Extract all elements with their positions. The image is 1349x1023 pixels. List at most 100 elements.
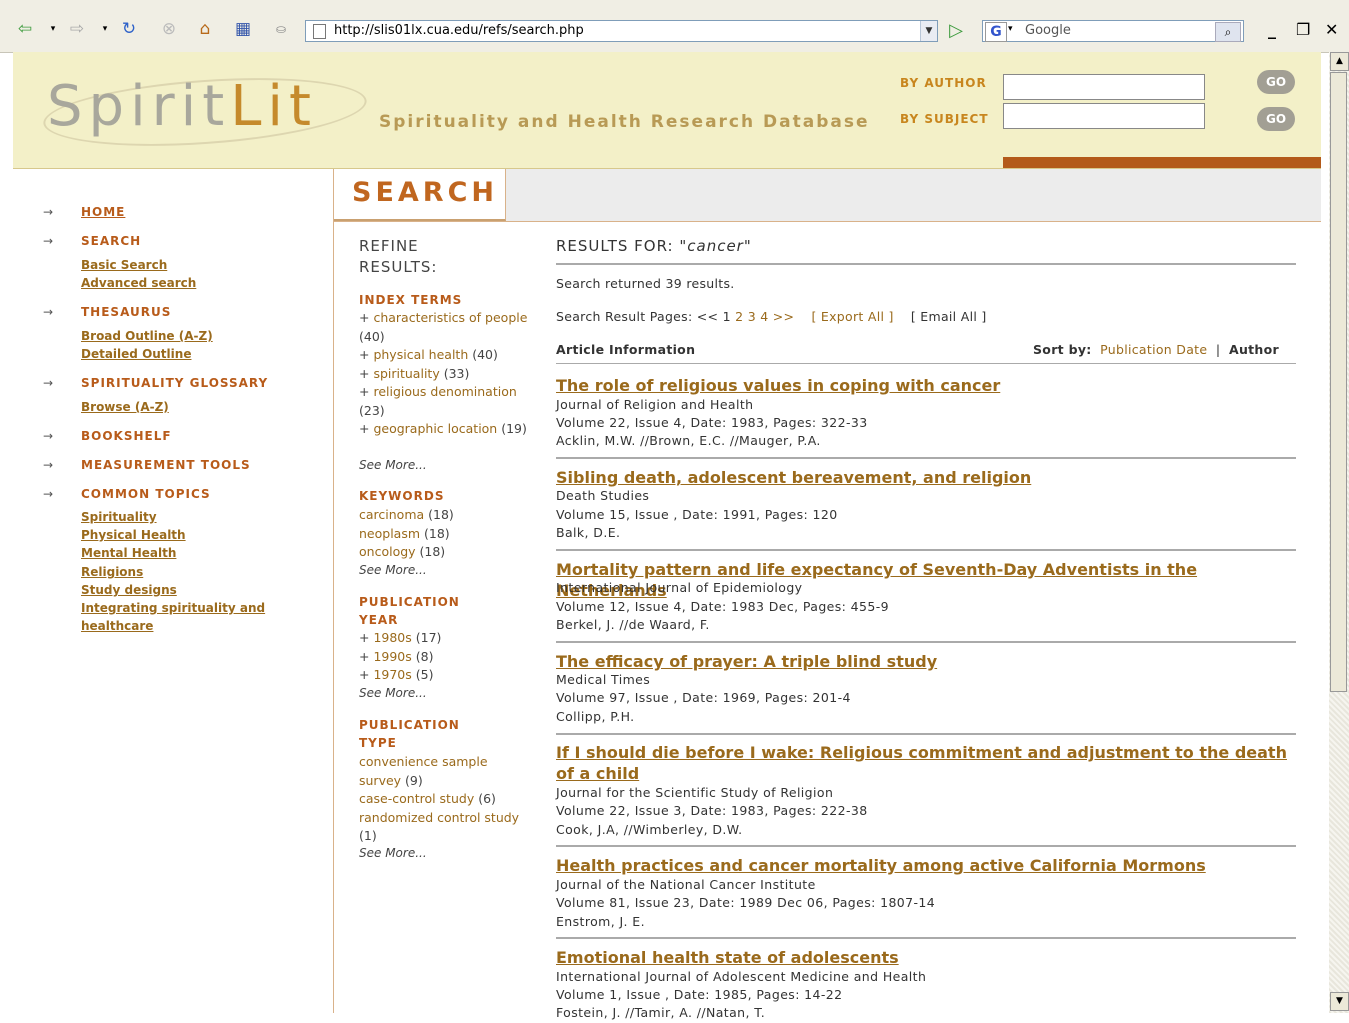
refine-link[interactable]: 1970s xyxy=(373,667,411,682)
refine-link[interactable]: religious denomination xyxy=(373,384,516,399)
basic-search-link[interactable]: Basic Search xyxy=(81,258,167,272)
subject-search-input[interactable] xyxy=(1003,103,1205,129)
article-title-link[interactable]: Emotional health state of adolescents xyxy=(556,947,1296,968)
sort-controls: Sort by: Publication Date | Author xyxy=(1033,342,1279,357)
header-accent-bar xyxy=(1003,157,1321,168)
scroll-thumb[interactable] xyxy=(1330,72,1347,692)
google-dropdown-icon[interactable]: ▾ xyxy=(1008,24,1013,34)
nav-bookshelf[interactable]: → BOOKSHELF xyxy=(43,429,172,443)
google-search-input[interactable]: Google xyxy=(1025,23,1071,38)
see-more-link[interactable]: See More... xyxy=(359,686,427,700)
refresh-icon[interactable]: ↻ xyxy=(118,18,140,40)
bookmarks-icon[interactable]: ▦ xyxy=(232,18,254,40)
email-all-link[interactable]: [ Email All ] xyxy=(911,309,987,324)
web-page: SpiritLit Spirituality and Health Resear… xyxy=(13,52,1321,1020)
topic-link[interactable]: Mental Health xyxy=(81,546,176,560)
divider xyxy=(556,845,1296,847)
go-arrow-icon[interactable]: ▷ xyxy=(945,20,967,42)
next-page-link[interactable]: >> xyxy=(773,309,795,324)
article-details: Volume 22, Issue 3, Date: 1983, Pages: 2… xyxy=(556,803,868,818)
vertical-scrollbar[interactable]: ▲ ▼ xyxy=(1329,52,1349,1013)
subject-go-button[interactable]: GO xyxy=(1257,107,1295,131)
advanced-search-link[interactable]: Advanced search xyxy=(81,276,196,290)
detailed-outline-link[interactable]: Detailed Outline xyxy=(81,347,191,361)
refine-link[interactable]: characteristics of people xyxy=(373,310,527,325)
scroll-up-icon[interactable]: ▲ xyxy=(1330,52,1349,71)
address-bar[interactable]: http://slis01lx.cua.edu/refs/search.php … xyxy=(305,20,938,42)
home-icon[interactable]: ⌂ xyxy=(194,18,216,40)
article-details: Volume 22, Issue 4, Date: 1983, Pages: 3… xyxy=(556,415,868,430)
sort-date-link[interactable]: Publication Date xyxy=(1100,342,1207,357)
browse-link[interactable]: Browse (A-Z) xyxy=(81,400,169,414)
nav-search[interactable]: → SEARCH xyxy=(43,234,141,248)
topic-link[interactable]: Study designs xyxy=(81,583,177,597)
export-all-link[interactable]: [ Export All ] xyxy=(811,309,893,324)
site-logo[interactable]: SpiritLit xyxy=(47,74,317,139)
arrow-icon: → xyxy=(43,234,55,248)
google-search-box[interactable]: G ▾ Google ⌕ xyxy=(982,20,1244,42)
see-more-link[interactable]: See More... xyxy=(359,458,427,472)
topic-link[interactable]: Integrating spirituality and xyxy=(81,601,265,615)
magnifier-icon[interactable]: ⌕ xyxy=(1215,22,1241,42)
stop-icon[interactable]: ⊗ xyxy=(158,18,180,40)
arrow-icon: → xyxy=(43,429,55,443)
article-title-link[interactable]: The efficacy of prayer: A triple blind s… xyxy=(556,651,1296,672)
article-title-link[interactable]: If I should die before I wake: Religious… xyxy=(556,742,1296,784)
topic-link[interactable]: Religions xyxy=(81,565,143,579)
close-icon[interactable]: ✕ xyxy=(1325,20,1338,39)
index-terms-list: + characteristics of people (40) + physi… xyxy=(359,310,528,436)
back-dropdown-icon[interactable]: ▾ xyxy=(42,18,64,40)
topic-link[interactable]: Physical Health xyxy=(81,528,186,542)
refine-link[interactable]: spirituality xyxy=(373,366,439,381)
article-title-link[interactable]: Health practices and cancer mortality am… xyxy=(556,855,1296,876)
article-journal: Medical Times xyxy=(556,672,651,687)
page-link[interactable]: 3 xyxy=(748,309,756,324)
refine-link[interactable]: randomized control study xyxy=(359,810,519,825)
address-dropdown-icon[interactable]: ▼ xyxy=(920,21,937,41)
refine-link[interactable]: 1990s xyxy=(373,649,411,664)
refine-link[interactable]: case-control study xyxy=(359,791,474,806)
tag-icon[interactable]: ⛀ xyxy=(270,18,292,40)
forward-dropdown-icon[interactable]: ▾ xyxy=(94,18,116,40)
nav-glossary[interactable]: → SPIRITUALITY GLOSSARY xyxy=(43,376,268,390)
topic-link[interactable]: healthcare xyxy=(81,619,153,633)
page-link[interactable]: 2 xyxy=(735,309,743,324)
browser-toolbar: ⇦ ▾ ⇨ ▾ ↻ ⊗ ⌂ ▦ ⛀ http://slis01lx.cua.ed… xyxy=(0,0,1349,53)
nav-thesaurus[interactable]: → THESAURUS xyxy=(43,305,171,319)
refine-link[interactable]: oncology xyxy=(359,544,416,559)
nav-measurement-tools[interactable]: → MEASUREMENT TOOLS xyxy=(43,458,251,472)
see-more-link[interactable]: See More... xyxy=(359,846,427,860)
broad-outline-link[interactable]: Broad Outline (A-Z) xyxy=(81,329,213,343)
article-title-link[interactable]: The role of religious values in coping w… xyxy=(556,375,1296,396)
forward-icon[interactable]: ⇨ xyxy=(66,18,88,40)
minimize-icon[interactable]: _ xyxy=(1268,20,1276,39)
arrow-icon: → xyxy=(43,305,55,319)
arrow-icon: → xyxy=(43,458,55,472)
article-authors: Collipp, P.H. xyxy=(556,709,635,724)
article-authors: Acklin, M.W. //Brown, E.C. //Mauger, P.A… xyxy=(556,433,821,448)
refine-link[interactable]: carcinoma xyxy=(359,507,424,522)
article-title-link[interactable]: Sibling death, adolescent bereavement, a… xyxy=(556,467,1296,488)
author-go-button[interactable]: GO xyxy=(1257,70,1295,94)
google-icon[interactable]: G xyxy=(985,22,1007,42)
refine-link[interactable]: neoplasm xyxy=(359,526,420,541)
restore-icon[interactable]: ❐ xyxy=(1296,20,1310,39)
article-authors: Fostein, J. //Tamir, A. //Natan, T. xyxy=(556,1005,766,1020)
refine-link[interactable]: convenience sample survey xyxy=(359,754,488,788)
page-link[interactable]: 4 xyxy=(760,309,768,324)
author-search-input[interactable] xyxy=(1003,74,1205,100)
divider xyxy=(556,733,1296,735)
see-more-link[interactable]: See More... xyxy=(359,563,427,577)
scroll-down-icon[interactable]: ▼ xyxy=(1330,992,1349,1011)
nav-common-topics[interactable]: → COMMON TOPICS xyxy=(43,487,211,501)
sort-author-label[interactable]: Author xyxy=(1229,342,1279,357)
arrow-icon: → xyxy=(43,205,55,219)
refine-link[interactable]: geographic location xyxy=(373,421,497,436)
results-query: cancer xyxy=(687,237,744,255)
nav-home[interactable]: → HOME xyxy=(43,205,125,219)
divider xyxy=(556,549,1296,551)
refine-link[interactable]: physical health xyxy=(373,347,468,362)
refine-link[interactable]: 1980s xyxy=(373,630,411,645)
topic-link[interactable]: Spirituality xyxy=(81,510,157,524)
back-icon[interactable]: ⇦ xyxy=(14,18,36,40)
